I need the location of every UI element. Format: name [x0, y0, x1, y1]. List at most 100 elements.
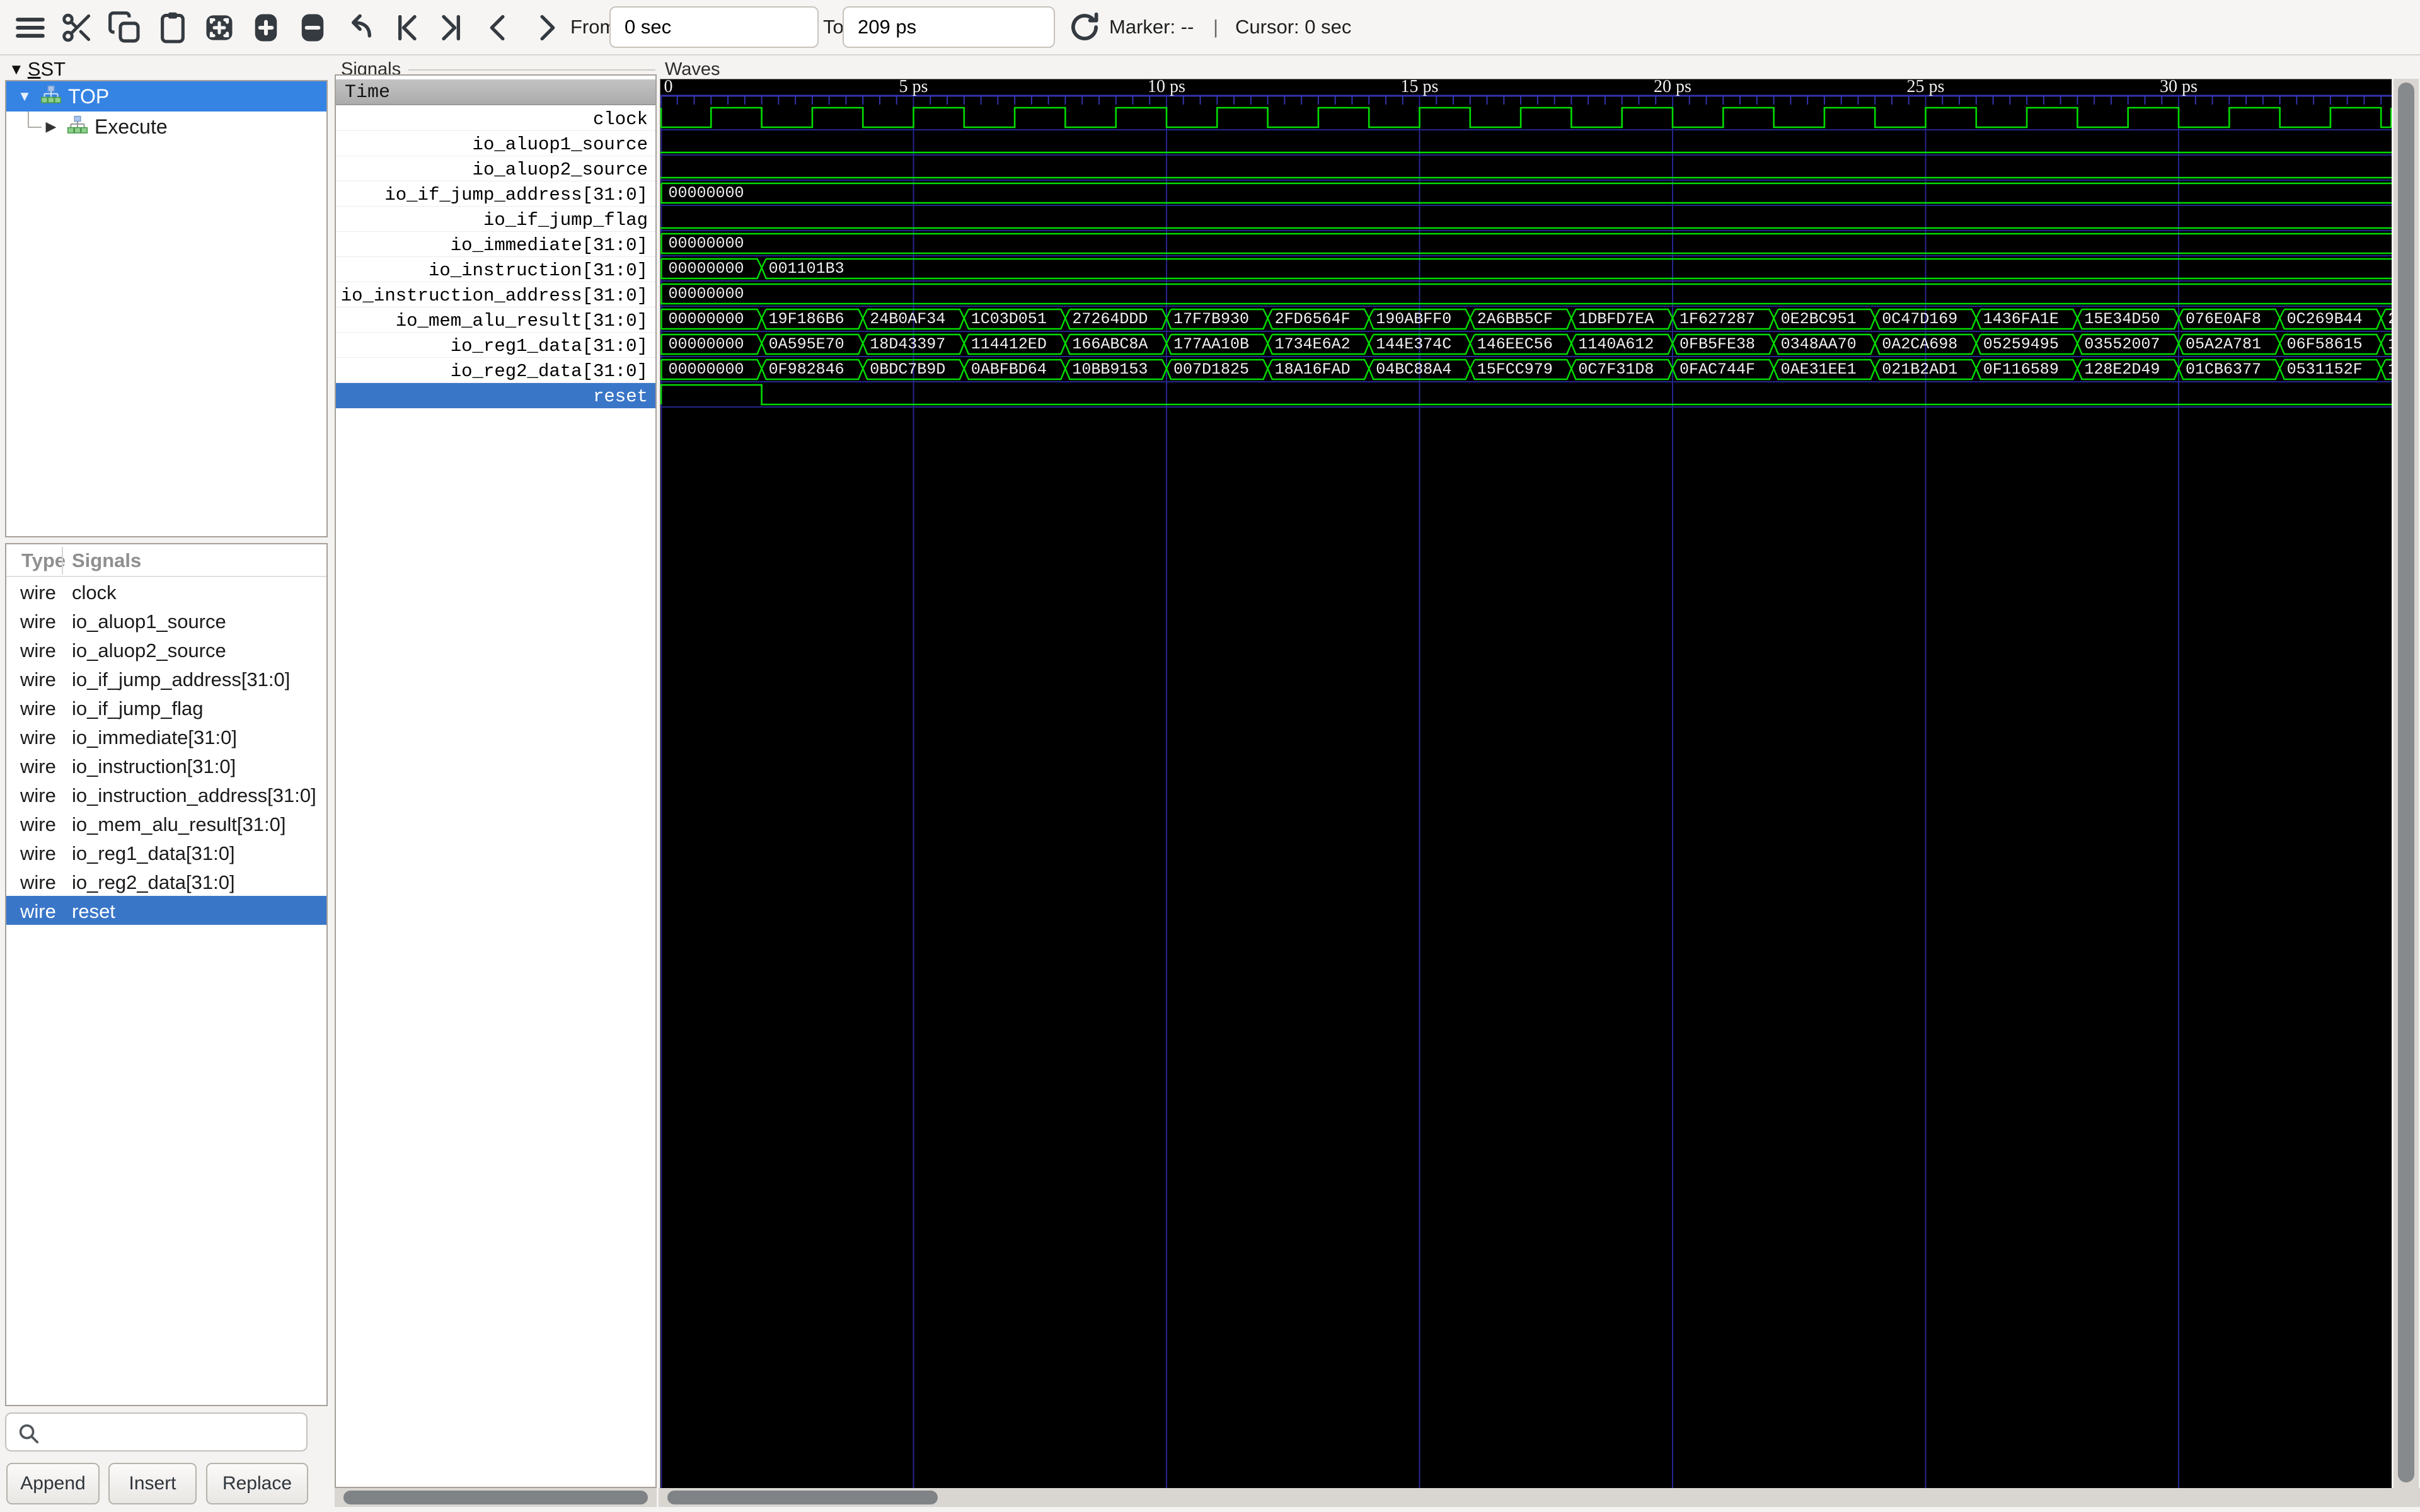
from-input[interactable] — [609, 6, 819, 48]
bus-value-label: 260 — [2388, 310, 2392, 328]
step-left-icon[interactable] — [481, 10, 517, 45]
tree-item-execute[interactable]: ▶ Execute — [6, 112, 326, 142]
waves-hscrollbar-track[interactable] — [659, 1488, 2420, 1507]
zoom-out-icon[interactable] — [295, 10, 330, 45]
go-to-start-icon[interactable] — [388, 10, 424, 45]
bus-value-label: 114412ED — [971, 335, 1047, 353]
menu-icon[interactable] — [13, 10, 48, 45]
sst-collapse-icon[interactable]: ▼ — [9, 61, 24, 78]
signal-name: io_instruction[31:0] — [72, 755, 236, 778]
waves-vscrollbar-thumb[interactable] — [2398, 83, 2414, 1482]
bus-value-label: 0AE31EE1 — [1781, 360, 1857, 379]
search-icon — [16, 1421, 40, 1445]
signal-type: wire — [20, 581, 56, 604]
wave-canvas[interactable]: 05 ps10 ps15 ps20 ps25 ps30 ps0000000000… — [660, 79, 2392, 1488]
wave-signal-label[interactable]: io_if_jump_address[31:0] — [336, 181, 655, 207]
wave-signal-label[interactable]: clock — [336, 106, 655, 131]
bus-value-label: 144E374C — [1376, 335, 1451, 353]
table-row[interactable]: wire io_immediate[31:0] — [6, 722, 326, 751]
clock-wave — [661, 108, 2392, 127]
tree-item-label: TOP — [68, 85, 109, 108]
bus-value-label: 0ABFBD64 — [971, 360, 1047, 379]
table-row[interactable]: wire io_instruction_address[31:0] — [6, 780, 326, 809]
copy-icon[interactable] — [107, 10, 142, 45]
signal-name: io_if_jump_flag — [72, 697, 204, 720]
collapse-triangle-icon[interactable]: ▼ — [15, 88, 34, 105]
replace-button[interactable]: Replace — [206, 1463, 308, 1504]
table-row[interactable]: wire io_mem_alu_result[31:0] — [6, 809, 326, 838]
column-divider[interactable] — [62, 547, 63, 575]
append-button[interactable]: Append — [6, 1463, 100, 1504]
wave-signal-label[interactable]: io_if_jump_flag — [336, 207, 655, 232]
tree-branch-line — [28, 112, 29, 128]
bus-value-label: 007D1825 — [1173, 360, 1249, 379]
cut-icon[interactable] — [59, 10, 95, 45]
bus-segment — [662, 234, 2392, 253]
time-tick-label: 20 ps — [1654, 79, 1691, 96]
bus-value-label: 15FCC979 — [1477, 360, 1553, 379]
insert-button[interactable]: Insert — [108, 1463, 197, 1504]
wave-signal-label[interactable]: io_instruction[31:0] — [336, 257, 655, 282]
signal-type: wire — [20, 639, 56, 662]
time-tick-label: 25 ps — [1907, 79, 1945, 96]
table-row[interactable]: wire reset — [6, 896, 326, 925]
wave-signal-label[interactable]: io_instruction_address[31:0] — [336, 282, 655, 307]
wave-signal-label[interactable]: reset — [336, 383, 655, 408]
signal-type: wire — [20, 871, 56, 894]
waveform-viewer-window: From: To: Marker: -- | Cursor: 0 sec ▼SS… — [0, 0, 2420, 1512]
table-row[interactable]: wire io_reg2_data[31:0] — [6, 867, 326, 896]
table-row[interactable]: wire io_if_jump_flag — [6, 693, 326, 722]
reload-icon[interactable] — [1066, 9, 1103, 45]
bus-value-label: 1140A612 — [1578, 335, 1654, 353]
bus-value-label: 00000000 — [669, 260, 744, 278]
waves-hscrollbar-thumb[interactable] — [667, 1491, 938, 1504]
zoom-fit-icon[interactable] — [202, 10, 237, 45]
bus-value-label: 0348AA70 — [1781, 335, 1857, 353]
bus-value-label: 0F116589 — [1983, 360, 2059, 379]
paste-icon[interactable] — [155, 10, 190, 45]
to-input[interactable] — [843, 6, 1055, 48]
signals-hscrollbar-track[interactable] — [335, 1488, 657, 1507]
expand-triangle-icon[interactable]: ▶ — [42, 118, 60, 135]
table-row[interactable]: wire io_aluop1_source — [6, 606, 326, 635]
sst-section-header[interactable]: ▼SST — [9, 58, 66, 81]
signal-type-table: Type Signals wire clockwire io_aluop1_so… — [5, 543, 328, 1406]
toolbar-separator: | — [1213, 16, 1218, 38]
bus-value-label: 00000000 — [669, 184, 744, 202]
bus-value-label: 0531152F — [2287, 360, 2363, 379]
signal-name: reset — [72, 900, 115, 923]
signal-name: io_aluop1_source — [72, 610, 226, 633]
signals-hscrollbar-thumb[interactable] — [343, 1491, 648, 1504]
wave-signal-label[interactable]: io_aluop1_source — [336, 131, 655, 156]
signal-type: wire — [20, 726, 56, 749]
wave-signal-label[interactable]: io_immediate[31:0] — [336, 232, 655, 257]
signal-search-box — [5, 1412, 308, 1452]
bus-value-label: 2FD6564F — [1275, 310, 1351, 328]
bus-value-label: 15E34D50 — [2084, 310, 2160, 328]
step-right-icon[interactable] — [528, 10, 563, 45]
bus-value-label: 0E2BC951 — [1781, 310, 1857, 328]
time-column-header[interactable]: Time — [336, 79, 655, 105]
time-tick-label: 5 ps — [899, 79, 928, 96]
table-row[interactable]: wire io_instruction[31:0] — [6, 751, 326, 780]
undo-icon[interactable] — [342, 10, 377, 45]
wave-signal-label[interactable]: io_reg2_data[31:0] — [336, 358, 655, 383]
signal-type: wire — [20, 842, 56, 865]
wave-signal-label[interactable]: io_mem_alu_result[31:0] — [336, 307, 655, 333]
signal-type: wire — [20, 900, 56, 923]
table-row[interactable]: wire clock — [6, 577, 326, 606]
search-input[interactable] — [47, 1416, 302, 1448]
wave-signal-label[interactable]: io_aluop2_source — [336, 156, 655, 181]
bus-value-label: 0C7F31D8 — [1578, 360, 1654, 379]
table-row[interactable]: wire io_aluop2_source — [6, 635, 326, 664]
table-row[interactable]: wire io_if_jump_address[31:0] — [6, 664, 326, 693]
zoom-in-icon[interactable] — [248, 10, 284, 45]
wave-signal-label[interactable]: io_reg1_data[31:0] — [336, 333, 655, 358]
waves-vscrollbar-track[interactable] — [2394, 79, 2419, 1488]
tree-item-top[interactable]: ▼ TOP — [6, 81, 326, 112]
bus-value-label: 0A595E70 — [769, 335, 844, 353]
bus-value-label: 00000000 — [669, 285, 744, 303]
go-to-end-icon[interactable] — [435, 10, 470, 45]
signal-type: wire — [20, 755, 56, 778]
table-row[interactable]: wire io_reg1_data[31:0] — [6, 838, 326, 867]
